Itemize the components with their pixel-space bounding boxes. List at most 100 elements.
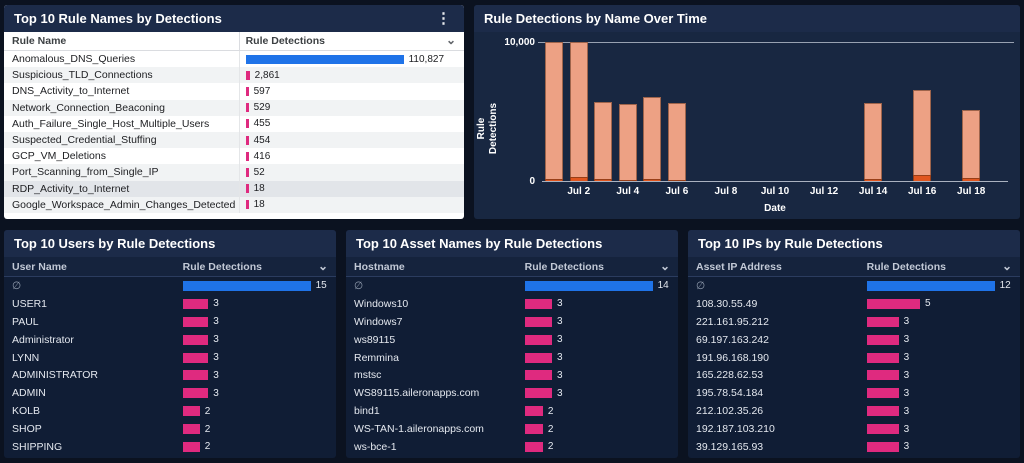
detection-bar[interactable] [245, 200, 249, 210]
table-row[interactable]: Windows7 3 [346, 313, 678, 331]
rule-detections-bar[interactable] [545, 42, 564, 179]
detection-bar[interactable] [524, 316, 553, 327]
detection-bar[interactable] [245, 167, 249, 177]
detection-bar[interactable] [182, 316, 209, 327]
bar-slot-jul-1[interactable] [545, 42, 564, 181]
detection-bar[interactable] [524, 424, 543, 435]
detection-bar[interactable] [866, 280, 995, 291]
column-rule-detections[interactable]: Rule Detections ⌄ [238, 32, 464, 50]
detection-bar[interactable] [245, 103, 249, 113]
rule-detections-bar[interactable] [864, 103, 883, 180]
secondary-detections-bar[interactable] [618, 179, 637, 181]
column-rule-detections[interactable]: Rule Detections ⌄ [519, 257, 678, 276]
detection-bar[interactable] [524, 298, 553, 309]
secondary-detections-bar[interactable] [569, 177, 588, 181]
table-row[interactable]: 191.96.168.190 3 [688, 349, 1020, 367]
table-row[interactable]: Google_Workspace_Admin_Changes_Detected 1… [4, 196, 464, 213]
column-rule-name[interactable]: Rule Name [4, 32, 239, 50]
detection-bar[interactable] [524, 406, 543, 417]
rule-detections-bar[interactable] [594, 101, 613, 180]
table-row[interactable]: Administrator 3 [4, 331, 336, 349]
detection-bar[interactable] [245, 86, 249, 96]
detection-bar[interactable] [866, 298, 920, 309]
table-row[interactable]: ∅ 15 [4, 277, 336, 295]
rule-detections-bar[interactable] [569, 42, 588, 178]
table-row[interactable]: 165.228.62.53 3 [688, 366, 1020, 384]
chevron-down-icon[interactable]: ⌄ [446, 34, 456, 46]
table-row[interactable]: PAUL 3 [4, 313, 336, 331]
detection-bar[interactable] [866, 334, 899, 345]
detection-bar[interactable] [245, 54, 404, 64]
table-row[interactable]: 221.161.95.212 3 [688, 313, 1020, 331]
table-row[interactable]: ws-bce-1 2 [346, 438, 678, 456]
table-row[interactable]: 108.30.55.49 5 [688, 295, 1020, 313]
table-row[interactable]: SHOP 2 [4, 420, 336, 438]
rule-detections-bar[interactable] [643, 96, 662, 180]
bar-slot-jul-18[interactable] [962, 42, 981, 181]
table-row[interactable]: LYNN 3 [4, 349, 336, 367]
detection-bar[interactable] [866, 352, 899, 363]
table-row[interactable]: ∅ 14 [346, 277, 678, 295]
secondary-detections-bar[interactable] [667, 179, 686, 181]
detection-bar[interactable] [182, 352, 209, 363]
bar-slot-jul-14[interactable] [864, 42, 883, 181]
table-row[interactable]: USER1 3 [4, 295, 336, 313]
bar-slot-jul-5[interactable] [643, 42, 662, 181]
detection-bar[interactable] [866, 406, 899, 417]
detection-bar[interactable] [866, 388, 899, 399]
rule-detections-bar[interactable] [667, 103, 686, 180]
table-row[interactable]: Network_Connection_Beaconing 529 [4, 99, 464, 116]
table-row[interactable]: RDP_Activity_to_Internet 18 [4, 180, 464, 197]
detection-bar[interactable] [245, 70, 250, 80]
table-row[interactable]: Anomalous_DNS_Queries 110,827 [4, 51, 464, 68]
table-row[interactable]: Suspicious_TLD_Connections 2,861 [4, 67, 464, 84]
bar-slot-jul-6[interactable] [667, 42, 686, 181]
bar-slot-jul-4[interactable] [618, 42, 637, 181]
detection-bar[interactable] [182, 298, 209, 309]
detection-bar[interactable] [866, 370, 899, 381]
table-row[interactable]: 39.129.165.93 3 [688, 438, 1020, 456]
table-row[interactable]: 69.197.163.242 3 [688, 331, 1020, 349]
table-row[interactable]: 195.78.54.184 3 [688, 384, 1020, 402]
chevron-down-icon[interactable]: ⌄ [660, 260, 670, 272]
detection-bar[interactable] [245, 119, 249, 129]
table-row[interactable]: KOLB 2 [4, 402, 336, 420]
detection-bar[interactable] [524, 334, 553, 345]
secondary-detections-bar[interactable] [864, 179, 883, 181]
bar-slot-jul-2[interactable] [569, 42, 588, 181]
rule-detections-bar[interactable] [913, 90, 932, 176]
table-row[interactable]: Windows10 3 [346, 295, 678, 313]
detection-bar[interactable] [524, 388, 553, 399]
table-row[interactable]: ADMINISTRATOR 3 [4, 366, 336, 384]
table-row[interactable]: Auth_Failure_Single_Host_Multiple_Users 4… [4, 115, 464, 132]
bar-slot-jul-3[interactable] [594, 42, 613, 181]
detection-bar[interactable] [524, 441, 543, 452]
bar-plot-area[interactable] [538, 42, 1014, 182]
table-row[interactable]: Remmina 3 [346, 349, 678, 367]
table-row[interactable]: Suspected_Credential_Stuffing 454 [4, 131, 464, 149]
table-row[interactable]: DNS_Activity_to_Internet 597 [4, 83, 464, 100]
table-row[interactable]: GCP_VM_Deletions 416 [4, 148, 464, 165]
detection-bar[interactable] [182, 334, 209, 345]
detection-bar[interactable] [524, 352, 553, 363]
kebab-menu-icon[interactable]: ⋮ [433, 11, 454, 26]
secondary-detections-bar[interactable] [913, 175, 932, 181]
chevron-down-icon[interactable]: ⌄ [1002, 260, 1012, 272]
detection-bar[interactable] [182, 406, 200, 417]
detection-bar[interactable] [182, 370, 209, 381]
detection-bar[interactable] [245, 135, 249, 145]
rule-detections-bar[interactable] [618, 103, 637, 180]
column-rule-detections[interactable]: Rule Detections ⌄ [177, 257, 336, 276]
bar-slot-jul-16[interactable] [913, 42, 932, 181]
secondary-detections-bar[interactable] [962, 178, 981, 181]
table-row[interactable]: Port_Scanning_from_Single_IP 52 [4, 164, 464, 181]
table-row[interactable]: mstsc 3 [346, 366, 678, 384]
chevron-down-icon[interactable]: ⌄ [318, 260, 328, 272]
secondary-detections-bar[interactable] [594, 179, 613, 181]
detection-bar[interactable] [245, 151, 249, 161]
column-rule-detections[interactable]: Rule Detections ⌄ [861, 257, 1020, 276]
detection-bar[interactable] [182, 280, 311, 291]
detection-bar[interactable] [182, 388, 209, 399]
table-row[interactable]: ws89115 3 [346, 331, 678, 349]
table-row[interactable]: 212.102.35.26 3 [688, 402, 1020, 420]
